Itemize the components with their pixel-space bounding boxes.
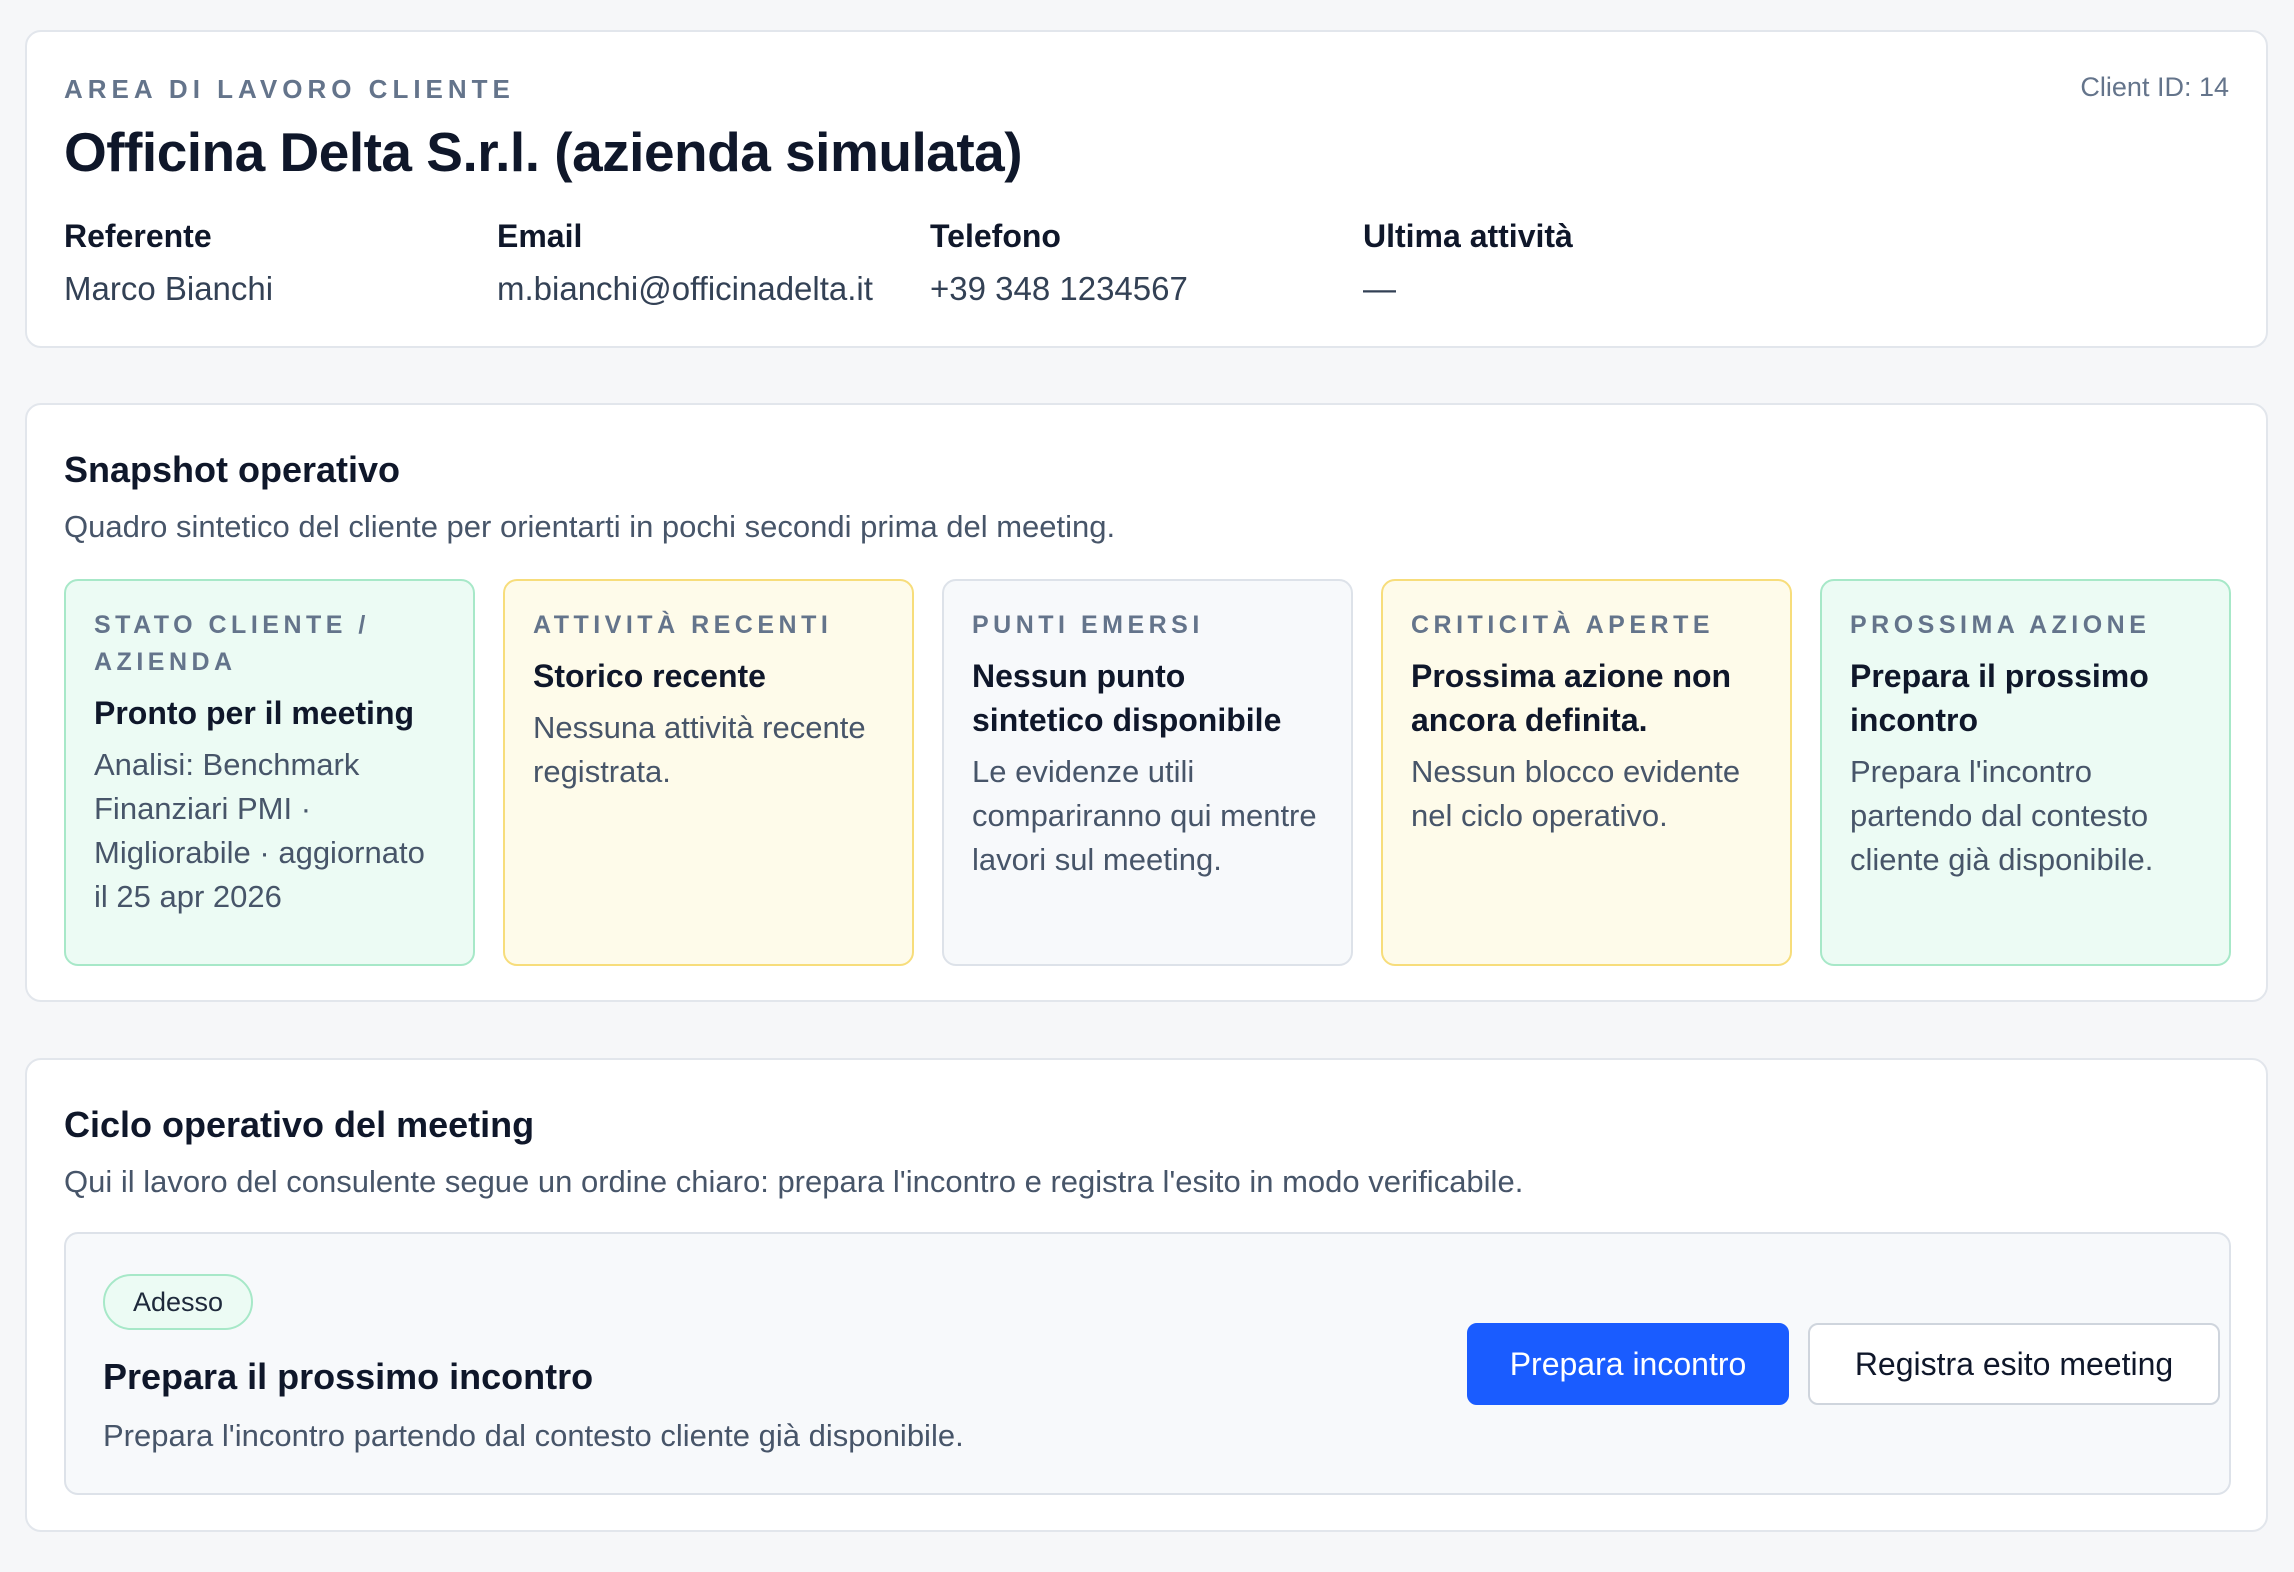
meta-value: m.bianchi@officinadelta.it — [497, 270, 873, 307]
meta-value: +39 348 1234567 — [930, 270, 1188, 307]
snapshot-body: Analisi: Benchmark Finanziari PMI · Migl… — [94, 747, 425, 914]
now-badge: Adesso — [103, 1274, 254, 1330]
meta-label: Telefono — [930, 218, 1061, 254]
meta-label: Ultima attività — [1363, 218, 1573, 254]
snapshot-body: Prepara l'incontro partendo dal contesto… — [1850, 754, 2154, 877]
snapshot-kicker: PUNTI EMERSI — [972, 611, 1204, 639]
snapshot-head: Prepara il prossimo incontro — [1850, 658, 2149, 738]
snapshot-head: Prossima azione non ancora definita. — [1411, 658, 1732, 738]
meta-ultima-attivita: Ultima attività — — [1363, 218, 1573, 308]
meta-telefono: Telefono +39 348 1234567 — [930, 218, 1188, 308]
step-description: Prepara l'incontro partendo dal contesto… — [103, 1418, 964, 1453]
meta-value: — — [1363, 270, 1396, 307]
meta-email: Email m.bianchi@officinadelta.it — [497, 218, 873, 308]
snapshot-head: Storico recente — [533, 658, 766, 694]
record-outcome-button[interactable]: Registra esito meeting — [1808, 1323, 2220, 1405]
snapshot-kicker: STATO CLIENTE / AZIENDA — [94, 611, 370, 676]
meta-label: Referente — [64, 218, 212, 254]
snapshot-card-prossima-azione: PROSSIMA AZIONE Prepara il prossimo inco… — [1820, 579, 2231, 966]
snapshot-body: Le evidenze utili compariranno qui mentr… — [972, 754, 1317, 877]
client-id: Client ID: 14 — [2080, 72, 2229, 102]
snapshot-card-criticita-aperte: CRITICITÀ APERTE Prossima azione non anc… — [1381, 579, 1792, 966]
prepare-meeting-button[interactable]: Prepara incontro — [1467, 1323, 1789, 1405]
snapshot-description: Quadro sintetico del cliente per orienta… — [64, 509, 1116, 544]
snapshot-body: Nessun blocco evidente nel ciclo operati… — [1411, 754, 1741, 833]
snapshot-body: Nessuna attività recente registrata. — [533, 710, 866, 789]
client-title: Officina Delta S.r.l. (azienda simulata) — [64, 121, 1023, 183]
snapshot-card-attivita-recenti: ATTIVITÀ RECENTI Storico recente Nessuna… — [503, 579, 914, 966]
snapshot-card: Snapshot operativo Quadro sintetico del … — [25, 403, 2268, 1002]
snapshot-card-punti-emersi: PUNTI EMERSI Nessun punto sintetico disp… — [942, 579, 1353, 966]
current-step-panel: Adesso Prepara il prossimo incontro Prep… — [64, 1232, 2231, 1495]
meta-value: Marco Bianchi — [64, 270, 274, 307]
snapshot-head: Nessun punto sintetico disponibile — [972, 658, 1282, 738]
workspace-eyebrow: AREA DI LAVORO CLIENTE — [64, 74, 515, 104]
client-header-card: AREA DI LAVORO CLIENTE Client ID: 14 Off… — [25, 30, 2268, 348]
meta-label: Email — [497, 218, 583, 254]
snapshot-title: Snapshot operativo — [64, 449, 401, 490]
meeting-cycle-card: Ciclo operativo del meeting Qui il lavor… — [25, 1058, 2268, 1532]
snapshot-head: Pronto per il meeting — [94, 695, 415, 731]
snapshot-kicker: ATTIVITÀ RECENTI — [533, 611, 833, 639]
snapshot-kicker: CRITICITÀ APERTE — [1411, 611, 1715, 639]
snapshot-kicker: PROSSIMA AZIONE — [1850, 611, 2151, 639]
meta-referente: Referente Marco Bianchi — [64, 218, 273, 308]
step-title: Prepara il prossimo incontro — [103, 1356, 594, 1397]
cycle-description: Qui il lavoro del consulente segue un or… — [64, 1164, 1524, 1199]
cycle-title: Ciclo operativo del meeting — [64, 1104, 535, 1145]
snapshot-card-stato-cliente: STATO CLIENTE / AZIENDA Pronto per il me… — [64, 579, 475, 966]
